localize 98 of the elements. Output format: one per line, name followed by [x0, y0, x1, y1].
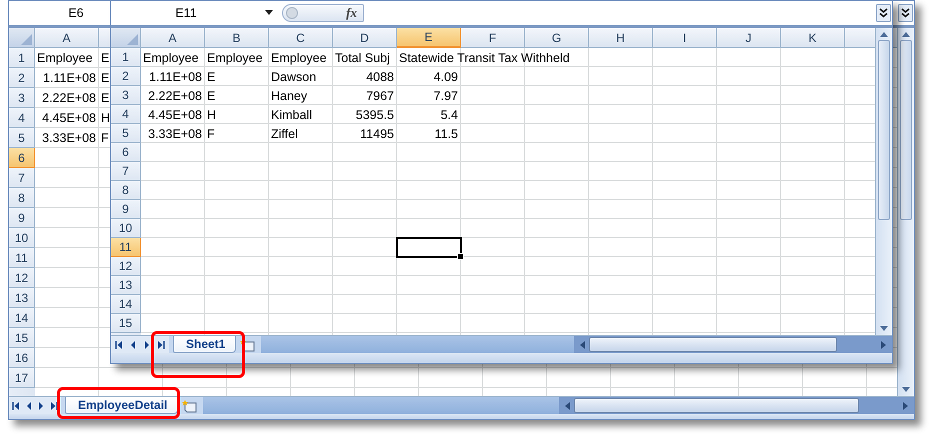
cell-text: 1.11E+08	[43, 71, 96, 85]
row-header[interactable]: 2	[9, 68, 35, 88]
row-header[interactable]: 14	[9, 308, 35, 328]
scroll-thumb[interactable]	[574, 398, 859, 413]
cell-text: H	[207, 108, 216, 122]
cell-text: E	[101, 91, 110, 105]
cell-text: Employee	[207, 50, 263, 64]
cell-text: 5395.5	[356, 108, 394, 122]
vertical-scrollbar[interactable]	[897, 28, 914, 396]
cell-text: 1.11E+08	[149, 70, 202, 84]
cell-text: 11495	[360, 126, 394, 140]
row-header[interactable]: 16	[9, 348, 35, 368]
cell-text: Statewide Transit Tax Withheld	[399, 50, 570, 64]
row-header[interactable]: 12	[9, 268, 35, 288]
caret-icon[interactable]	[264, 10, 274, 16]
cell-text: Employee	[271, 50, 327, 64]
row-header[interactable]: 9	[111, 200, 141, 219]
cell-text: Employee	[37, 51, 93, 65]
row-header[interactable]: 11	[111, 238, 141, 257]
name-box[interactable]: E6	[46, 6, 106, 20]
row-header[interactable]: 6	[111, 143, 141, 162]
cell-text: 3.33E+08	[148, 126, 202, 140]
triangle-icon	[127, 34, 138, 45]
row-header[interactable]: 5	[9, 128, 35, 148]
cell-text: E	[207, 70, 216, 84]
triangle-icon	[21, 34, 32, 45]
column-header[interactable]: E	[397, 28, 461, 48]
previous-sheet-icon[interactable]	[26, 400, 32, 410]
cell-text: H	[101, 111, 110, 125]
row-header[interactable]: 15	[9, 328, 35, 348]
cell-text: E	[207, 88, 216, 102]
cell-text: 2.22E+08	[42, 91, 96, 105]
cell-text: E	[101, 71, 110, 85]
orb-icon	[286, 7, 298, 19]
cell-text: Kimball	[271, 108, 312, 122]
cell-text: 4.45E+08	[148, 108, 202, 122]
next-sheet-icon[interactable]	[144, 340, 150, 350]
cell-text: 7967	[366, 88, 394, 102]
name-box[interactable]: E11	[156, 6, 216, 20]
cell-text: F	[101, 131, 109, 145]
row-header[interactable]: 7	[9, 168, 35, 188]
cell-text: Haney	[271, 88, 308, 102]
row-header[interactable]: 12	[111, 257, 141, 276]
cell-text: Total Subj	[335, 50, 390, 64]
cell-text: 5.4	[440, 108, 458, 122]
cell-text: 2.22E+08	[148, 88, 202, 102]
row-header[interactable]: 6	[9, 148, 35, 168]
last-sheet-icon[interactable]	[157, 340, 166, 350]
row-header[interactable]: 3	[111, 86, 141, 105]
cell-text: Ziffel	[271, 126, 298, 140]
first-sheet-icon[interactable]	[114, 340, 123, 350]
row-header[interactable]: 3	[9, 88, 35, 108]
row-header[interactable]: 8	[9, 188, 35, 208]
row-header[interactable]: 2	[111, 67, 141, 86]
first-sheet-icon[interactable]	[12, 400, 20, 410]
active-cell[interactable]	[397, 238, 461, 257]
row-header[interactable]: 7	[111, 162, 141, 181]
last-sheet-icon[interactable]	[50, 400, 58, 410]
scroll-thumb[interactable]	[900, 40, 912, 220]
row-header[interactable]: 14	[111, 295, 141, 314]
cell-text: 3.33E+08	[42, 131, 96, 145]
row-header[interactable]: 1	[111, 48, 141, 67]
double-chevron-icon[interactable]	[898, 4, 913, 22]
row-header[interactable]: 4	[111, 105, 141, 124]
row-header[interactable]: 11	[9, 248, 35, 268]
row-header[interactable]: 4	[9, 108, 35, 128]
insert-sheet-icon[interactable]	[181, 398, 200, 412]
row-header[interactable]: 15	[111, 314, 141, 333]
sheet-tab[interactable]: EmployeeDetail	[65, 397, 178, 414]
double-chevron-icon[interactable]	[876, 4, 891, 22]
row-header[interactable]: 5	[111, 124, 141, 143]
scroll-thumb[interactable]	[878, 40, 890, 220]
function-button[interactable]: fx	[346, 5, 357, 21]
previous-sheet-icon[interactable]	[130, 340, 136, 350]
sheet-tab[interactable]: Sheet1	[173, 336, 236, 353]
row-header[interactable]: 10	[111, 219, 141, 238]
cell-text: Employee	[143, 50, 199, 64]
cell-text: 4088	[366, 70, 394, 84]
row-header[interactable]: 17	[9, 368, 35, 388]
vertical-scrollbar[interactable]	[875, 28, 892, 335]
cell-text: 11.5	[434, 126, 458, 140]
next-sheet-icon[interactable]	[38, 400, 44, 410]
cell-text: 4.45E+08	[42, 111, 96, 125]
row-header[interactable]: 10	[9, 228, 35, 248]
cell-text: E	[101, 51, 110, 65]
cell-text: 7.97	[434, 88, 458, 102]
formula-bar[interactable]: fx	[282, 4, 364, 22]
horizontal-scrollbar[interactable]	[574, 336, 892, 353]
row-header[interactable]: 13	[9, 288, 35, 308]
scroll-thumb[interactable]	[589, 337, 837, 352]
cell-text: 4.09	[434, 70, 458, 84]
row-header[interactable]: 8	[111, 181, 141, 200]
horizontal-scrollbar[interactable]	[559, 397, 914, 414]
row-header[interactable]: 1	[9, 48, 35, 68]
row-header[interactable]: 9	[9, 208, 35, 228]
row-header[interactable]: 13	[111, 276, 141, 295]
cell-text: F	[207, 126, 215, 140]
cell-text: Dawson	[271, 70, 316, 84]
